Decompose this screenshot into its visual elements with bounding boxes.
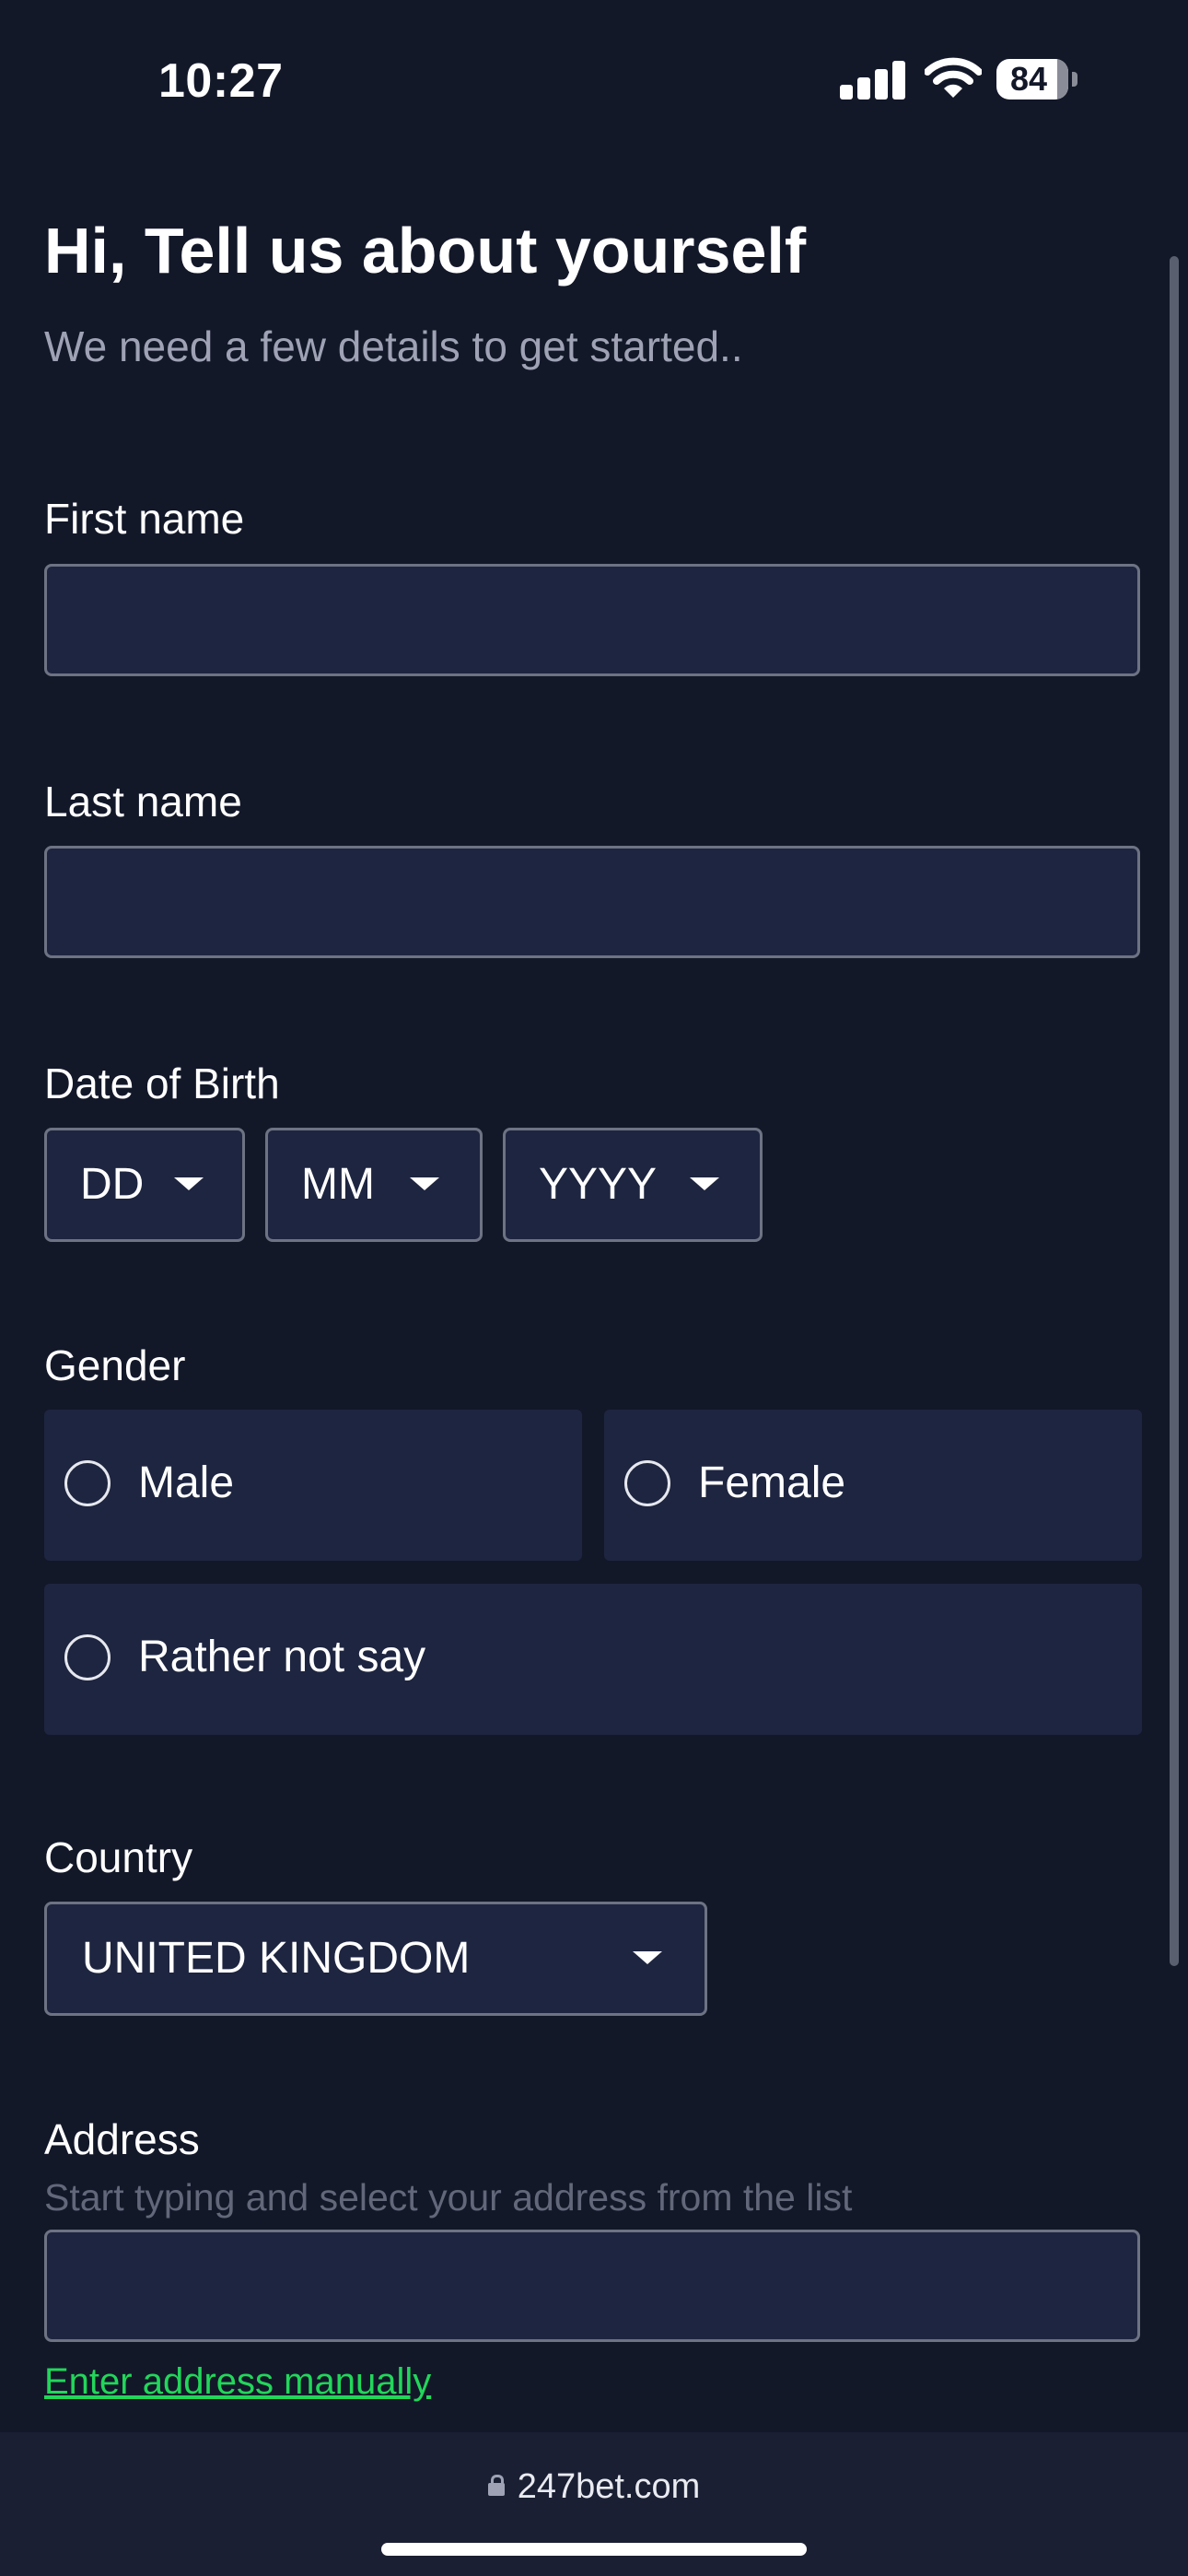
chevron-down-icon xyxy=(633,1951,662,1964)
radio-button-icon[interactable] xyxy=(64,1460,111,1506)
first-name-label: First name xyxy=(44,495,245,543)
last-name-input[interactable] xyxy=(44,846,1140,958)
scrollbar[interactable] xyxy=(1170,256,1179,1966)
address-input[interactable] xyxy=(44,2230,1140,2342)
page-subtitle: We need a few details to get started.. xyxy=(44,322,743,370)
dob-month-value: MM xyxy=(301,1160,375,1209)
cellular-signal-icon xyxy=(840,57,906,100)
last-name-label: Last name xyxy=(44,778,242,825)
gender-option-rather-not-say[interactable]: Rather not say xyxy=(44,1584,1142,1735)
address-label: Address xyxy=(44,2115,200,2163)
address-hint: Start typing and select your address fro… xyxy=(44,2176,853,2219)
status-icons: 84 xyxy=(840,57,1089,105)
gender-option-female[interactable]: Female xyxy=(604,1410,1142,1561)
battery-level: 84 xyxy=(1009,60,1048,98)
gender-option-label: Rather not say xyxy=(138,1633,426,1681)
lock-icon xyxy=(487,2475,505,2496)
country-value: UNITED KINGDOM xyxy=(82,1934,471,1983)
home-indicator[interactable] xyxy=(381,2543,807,2556)
page-title: Hi, Tell us about yourself xyxy=(44,215,807,287)
dob-month-select[interactable]: MM xyxy=(265,1128,483,1242)
gender-label: Gender xyxy=(44,1341,186,1389)
dob-year-value: YYYY xyxy=(539,1160,658,1209)
status-time: 10:27 xyxy=(158,54,284,108)
dob-year-select[interactable]: YYYY xyxy=(503,1128,763,1242)
gender-option-label: Male xyxy=(138,1458,235,1507)
enter-address-manually-link[interactable]: Enter address manually xyxy=(44,2359,431,2405)
dob-day-value: DD xyxy=(80,1160,145,1209)
gender-option-label: Female xyxy=(698,1458,846,1507)
wifi-icon xyxy=(925,57,982,98)
radio-button-icon[interactable] xyxy=(64,1634,111,1680)
first-name-input[interactable] xyxy=(44,564,1140,676)
country-label: Country xyxy=(44,1833,193,1881)
chevron-down-icon xyxy=(410,1177,439,1190)
battery-icon: 84 xyxy=(996,59,1068,100)
gender-option-male[interactable]: Male xyxy=(44,1410,582,1561)
radio-button-icon[interactable] xyxy=(624,1460,670,1506)
url-text: 247bet.com xyxy=(517,2467,701,2506)
country-select[interactable]: UNITED KINGDOM xyxy=(44,1902,707,2016)
chevron-down-icon xyxy=(174,1177,204,1190)
chevron-down-icon xyxy=(690,1177,719,1190)
dob-day-select[interactable]: DD xyxy=(44,1128,245,1242)
dob-label: Date of Birth xyxy=(44,1060,280,1107)
